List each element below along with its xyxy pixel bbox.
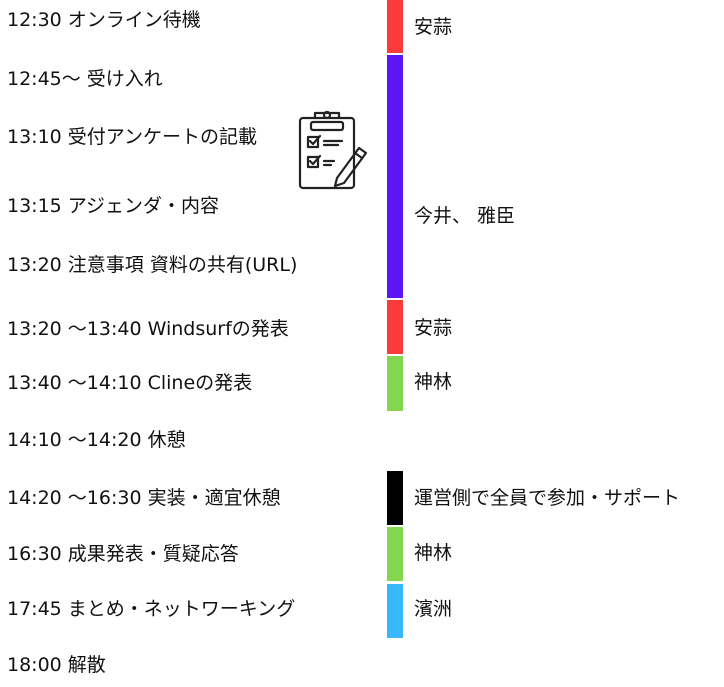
assignee-label: 神林: [414, 371, 453, 393]
assignee-label: 濱洲: [414, 598, 453, 620]
assignee-label: 運営側で全員で参加・サポート: [414, 487, 681, 509]
assignee-bar: [387, 527, 403, 581]
schedule-item-break: 14:10 〜14:20 休憩: [7, 429, 186, 451]
assignee-label: 神林: [414, 542, 453, 564]
schedule-item-online-wait: 12:30 オンライン待機: [7, 9, 201, 31]
assignee-bar: [387, 300, 403, 354]
schedule-item-wrapup: 17:45 まとめ・ネットワーキング: [7, 598, 296, 620]
schedule-item-reception: 12:45〜 受け入れ: [7, 68, 163, 90]
schedule-item-notes: 13:20 注意事項 資料の共有(URL): [7, 254, 298, 276]
schedule-item-windsurf: 13:20 〜13:40 Windsurfの発表: [7, 318, 289, 340]
assignee-bar: [387, 0, 403, 53]
assignee-bar: [387, 471, 403, 525]
schedule-item-implementation: 14:20 〜16:30 実装・適宜休憩: [7, 487, 281, 509]
schedule-item-agenda: 13:15 アジェンダ・内容: [7, 195, 220, 217]
assignee-bar: [387, 356, 403, 411]
schedule-item-close: 18:00 解散: [7, 654, 106, 676]
schedule-item-cline: 13:40 〜14:10 Clineの発表: [7, 372, 253, 394]
assignee-bar: [387, 584, 403, 638]
schedule-item-survey: 13:10 受付アンケートの記載: [7, 126, 258, 148]
assignee-label: 安蒜: [414, 317, 453, 339]
assignee-label: 安蒜: [414, 16, 453, 38]
schedule-item-presentation: 16:30 成果発表・質疑応答: [7, 543, 239, 565]
assignee-bar: [387, 55, 403, 298]
assignee-label: 今井、 雅臣: [414, 205, 516, 227]
clipboard-checklist-pencil-icon: [298, 110, 368, 190]
